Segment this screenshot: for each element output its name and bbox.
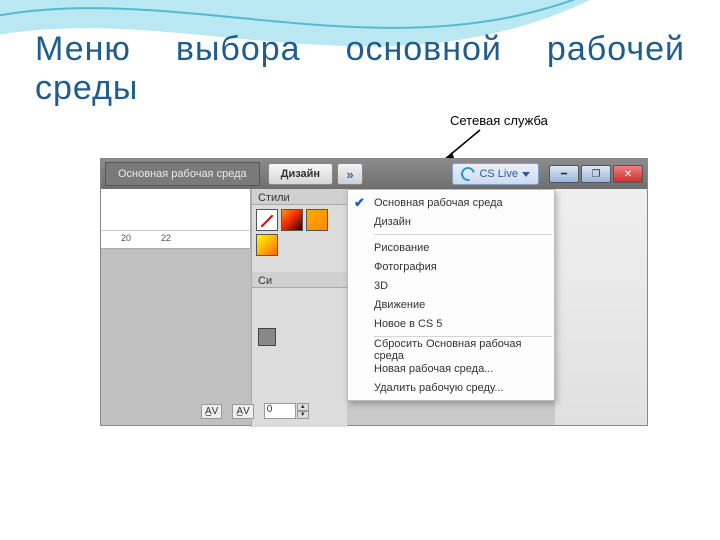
callout-label: Сетевая служба [450, 113, 548, 128]
swatch-grid [252, 205, 347, 260]
menu-item-new-cs5[interactable]: Новое в CS 5 [348, 314, 554, 333]
cslive-ring-icon [459, 164, 478, 183]
menu-item-reset-workspace[interactable]: Сбросить Основная рабочая среда [348, 340, 554, 359]
maximize-button[interactable]: ❐ [581, 165, 611, 183]
workspace-tab[interactable]: Дизайн [268, 163, 333, 185]
menu-item-painting[interactable]: Рисование [348, 238, 554, 257]
tracking-value[interactable]: 0 [264, 403, 296, 419]
styles-panel-title[interactable]: Стили [252, 189, 347, 205]
menu-item-label: Новая рабочая среда... [374, 363, 493, 375]
menu-item-design[interactable]: Дизайн [348, 212, 554, 231]
app-window: Основная рабочая среда Дизайн » CS Live … [100, 158, 648, 426]
canvas-area[interactable] [101, 249, 251, 425]
app-topbar: Основная рабочая среда Дизайн » CS Live … [101, 159, 647, 189]
check-icon: ✔ [354, 195, 365, 211]
ruler-tick: 22 [161, 233, 171, 243]
menu-item-label: Новое в CS 5 [374, 318, 442, 330]
menu-item-label: Фотография [374, 261, 437, 273]
fill-color-swatch[interactable] [258, 328, 276, 346]
styles-panel: Стили Си [251, 189, 347, 427]
swatch-none[interactable] [256, 209, 278, 231]
panel-background [555, 189, 647, 425]
menu-item-essentials[interactable]: ✔ Основная рабочая среда [348, 193, 554, 212]
side-panel-title[interactable]: Си [252, 272, 347, 288]
stepper-up-icon[interactable]: ▲ [297, 403, 309, 411]
menu-item-label: Рисование [374, 242, 429, 254]
menu-item-label: Основная рабочая среда [374, 197, 503, 209]
swatch-item[interactable] [256, 234, 278, 256]
cslive-button[interactable]: CS Live [452, 163, 539, 185]
menu-item-delete-workspace[interactable]: Удалить рабочую среду... [348, 378, 554, 397]
options-bar: A̲V A̲V 0 ▲ ▼ [201, 401, 643, 421]
menu-item-3d[interactable]: 3D [348, 276, 554, 295]
menu-item-label: Сбросить Основная рабочая среда [374, 338, 546, 362]
ruler-tick: 20 [121, 233, 131, 243]
document-area: 20 22 [101, 189, 251, 249]
window-controls: ━ ❐ ✕ [549, 165, 643, 183]
swatch-item[interactable] [281, 209, 303, 231]
workspace-current-label: Основная рабочая среда [105, 162, 260, 186]
swatch-item[interactable] [306, 209, 328, 231]
tracking-field[interactable]: 0 ▲ ▼ [264, 403, 309, 419]
cslive-label: CS Live [479, 168, 518, 180]
menu-item-new-workspace[interactable]: Новая рабочая среда... [348, 359, 554, 378]
tracking-icon: A̲V [232, 404, 253, 419]
horizontal-ruler: 20 22 [101, 230, 250, 248]
menu-item-photography[interactable]: Фотография [348, 257, 554, 276]
kerning-icon: A̲V [201, 404, 222, 419]
menu-item-motion[interactable]: Движение [348, 295, 554, 314]
minimize-button[interactable]: ━ [549, 165, 579, 183]
stepper-down-icon[interactable]: ▼ [297, 411, 309, 419]
chevron-down-icon [522, 172, 530, 177]
menu-item-label: Удалить рабочую среду... [374, 382, 503, 394]
menu-separator [374, 234, 552, 235]
slide-title: Меню выбора основной рабочей среды [35, 30, 685, 108]
workspace-dropdown: ✔ Основная рабочая среда Дизайн Рисовани… [347, 189, 555, 401]
menu-item-label: 3D [374, 280, 388, 292]
workspace-menu-toggle[interactable]: » [337, 163, 363, 185]
chevron-right-icon: » [346, 167, 353, 182]
menu-item-label: Движение [374, 299, 425, 311]
close-button[interactable]: ✕ [613, 165, 643, 183]
menu-item-label: Дизайн [374, 216, 411, 228]
